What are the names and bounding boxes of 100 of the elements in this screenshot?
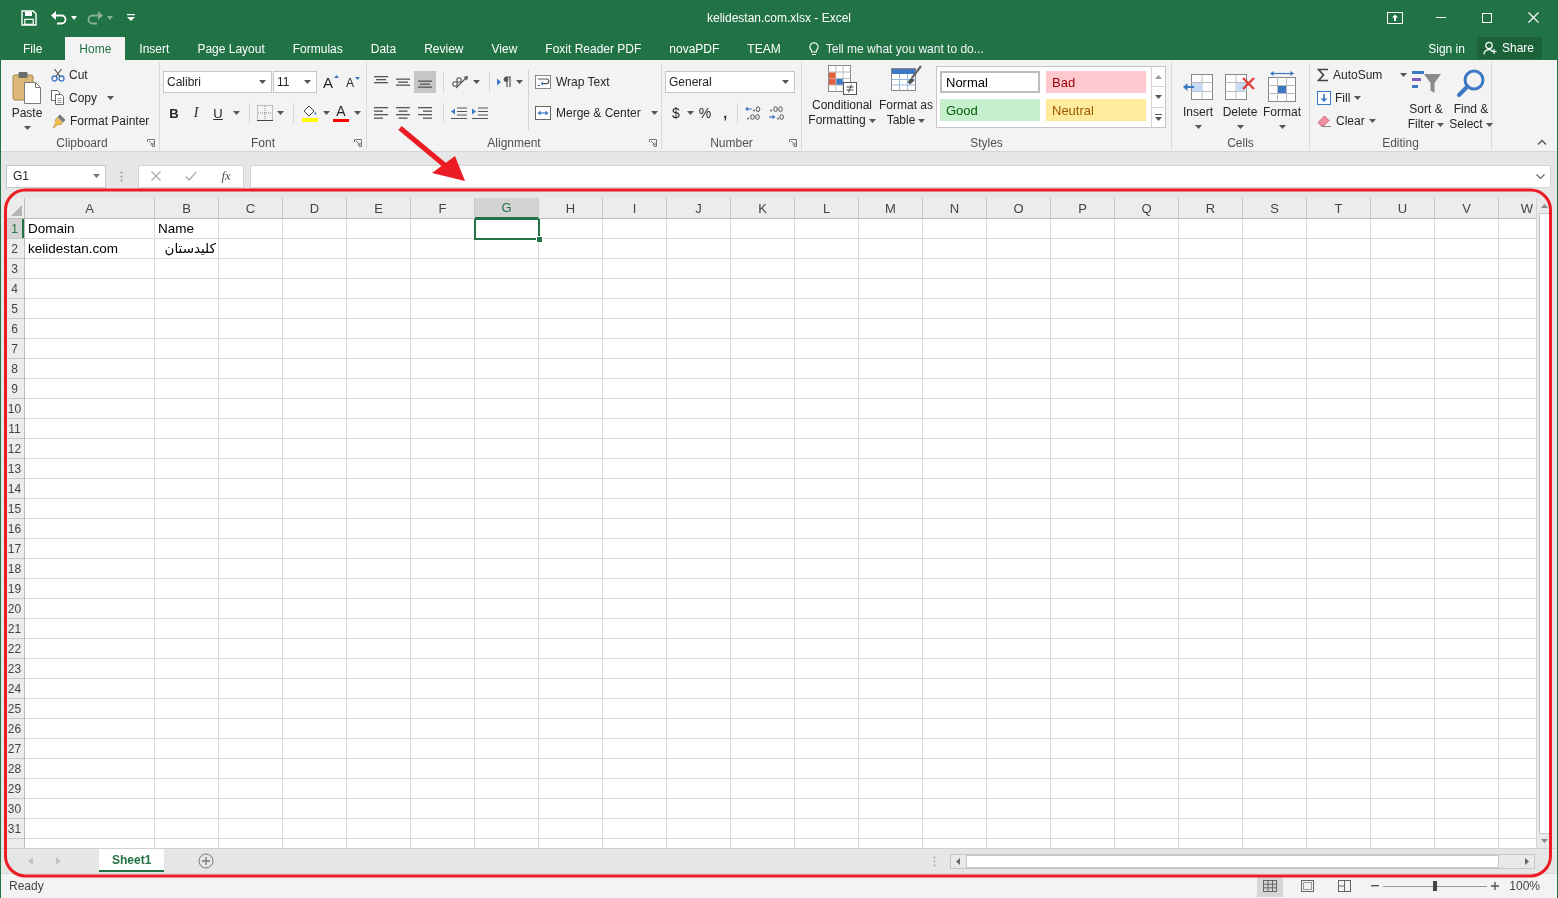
cells-button[interactable]: Delete: [1219, 62, 1261, 136]
column-header[interactable]: S: [1243, 198, 1307, 219]
row-header[interactable]: 25: [5, 699, 24, 719]
caret-icon[interactable]: [233, 111, 240, 115]
text-direction-icon[interactable]: [497, 76, 512, 88]
font-name-box[interactable]: Calibri: [163, 71, 272, 93]
dialog-launcher-icon[interactable]: [649, 139, 657, 147]
row-header[interactable]: 4: [5, 279, 24, 299]
row-header[interactable]: 12: [5, 439, 24, 459]
grow-font-button[interactable]: A: [321, 71, 341, 93]
copy-button[interactable]: Copy: [48, 86, 153, 109]
caret-icon[interactable]: [354, 111, 361, 115]
spreadsheet-cell[interactable]: kelidestan.com: [25, 239, 155, 259]
row-header[interactable]: 11: [5, 419, 24, 439]
currency-button[interactable]: $: [669, 102, 683, 124]
find-select-button[interactable]: Find & Select: [1448, 62, 1494, 136]
cells-button[interactable]: Insert: [1177, 62, 1219, 136]
ribbon-tab[interactable]: Data: [356, 37, 411, 60]
clear-button[interactable]: Clear: [1314, 109, 1404, 132]
column-header[interactable]: W: [1499, 198, 1536, 219]
row-header[interactable]: 22: [5, 639, 24, 659]
row-header[interactable]: 2: [5, 239, 24, 259]
sort-filter-button[interactable]: Sort & Filter: [1404, 62, 1448, 136]
customize-icon[interactable]: [127, 14, 135, 21]
dialog-launcher-icon[interactable]: [354, 139, 362, 147]
column-header[interactable]: O: [987, 198, 1051, 219]
scroll-left-icon[interactable]: [956, 857, 960, 865]
row-header[interactable]: 28: [5, 759, 24, 779]
spreadsheet-cell[interactable]: Domain: [25, 219, 155, 239]
scrollbar-thumb[interactable]: [966, 854, 1499, 868]
conditional-formatting-button[interactable]: Conditional Formatting: [806, 62, 878, 128]
tell-me-field[interactable]: Tell me what you want to do...: [808, 37, 1026, 60]
expand-icon[interactable]: [1536, 173, 1545, 179]
column-header[interactable]: L: [795, 198, 859, 219]
caret-icon[interactable]: [473, 80, 480, 84]
text-angle-icon[interactable]: [451, 75, 469, 89]
row-header[interactable]: 30: [5, 799, 24, 819]
share-button[interactable]: Share: [1476, 37, 1542, 59]
scroll-right-icon[interactable]: [1525, 857, 1529, 865]
sheet-tab[interactable]: Sheet1: [99, 849, 165, 872]
row-header[interactable]: 23: [5, 659, 24, 679]
row-header[interactable]: 20: [5, 599, 24, 619]
italic-button[interactable]: I: [185, 102, 207, 124]
row-header[interactable]: 21: [5, 619, 24, 639]
fill-button[interactable]: Fill: [1314, 86, 1404, 109]
row-header[interactable]: 27: [5, 739, 24, 759]
column-header[interactable]: R: [1179, 198, 1243, 219]
row-header[interactable]: 15: [5, 499, 24, 519]
row-header[interactable]: 31: [5, 819, 24, 839]
caret-icon[interactable]: [323, 111, 330, 115]
format-as-table-button[interactable]: Format as Table: [878, 62, 934, 128]
spreadsheet-cell[interactable]: Name: [155, 219, 219, 239]
row-header[interactable]: 13: [5, 459, 24, 479]
row-header[interactable]: 29: [5, 779, 24, 799]
column-header[interactable]: T: [1307, 198, 1371, 219]
more-icon[interactable]: [1155, 113, 1162, 121]
dialog-launcher-icon[interactable]: [147, 139, 155, 147]
column-header[interactable]: E: [347, 198, 411, 219]
scroll-down-icon[interactable]: [1155, 95, 1162, 99]
fill-color-icon[interactable]: [301, 104, 319, 122]
cell-style-tile[interactable]: Neutral: [1046, 99, 1146, 121]
column-header[interactable]: A: [25, 198, 155, 219]
row-header[interactable]: 3: [5, 259, 24, 279]
column-header[interactable]: V: [1435, 198, 1499, 219]
ribbon-display-icon[interactable]: [1387, 11, 1403, 24]
increase-decimal-icon[interactable]: [745, 106, 762, 120]
column-header[interactable]: U: [1371, 198, 1435, 219]
column-header[interactable]: I: [603, 198, 667, 219]
row-header[interactable]: 24: [5, 679, 24, 699]
ribbon-tab[interactable]: Formulas: [278, 37, 357, 60]
row-header[interactable]: 18: [5, 559, 24, 579]
ribbon-tab[interactable]: novaPDF: [655, 37, 734, 60]
row-header[interactable]: 19: [5, 579, 24, 599]
cells-button[interactable]: Format: [1261, 62, 1303, 136]
scrollbar-thumb[interactable]: [1539, 213, 1550, 834]
cell-style-tile[interactable]: Normal: [940, 71, 1040, 93]
column-header[interactable]: H: [539, 198, 603, 219]
spreadsheet-cell[interactable]: کلیدستان: [155, 239, 219, 259]
scroll-up-icon[interactable]: [1541, 204, 1548, 208]
font-size-box[interactable]: 11: [273, 71, 317, 93]
column-header[interactable]: N: [923, 198, 987, 219]
row-header[interactable]: 16: [5, 519, 24, 539]
row-header[interactable]: 8: [5, 359, 24, 379]
sign-in-link[interactable]: Sign in: [1428, 37, 1477, 60]
percent-button[interactable]: %: [695, 102, 715, 124]
ribbon-tab[interactable]: Home: [65, 37, 126, 60]
increase-indent-icon[interactable]: [472, 107, 488, 119]
name-box[interactable]: G1: [6, 164, 106, 188]
paste-button[interactable]: Paste: [8, 62, 46, 136]
add-sheet-icon[interactable]: [198, 853, 215, 869]
ribbon-tab[interactable]: File: [8, 37, 58, 60]
decrease-decimal-icon[interactable]: [768, 106, 785, 120]
row-header[interactable]: 17: [5, 539, 24, 559]
caret-icon[interactable]: [686, 111, 694, 115]
fill-handle-icon[interactable]: [536, 236, 543, 243]
insert-function-button[interactable]: fx: [221, 168, 231, 184]
column-header[interactable]: C: [219, 198, 283, 219]
decrease-indent-icon[interactable]: [451, 107, 467, 119]
column-header[interactable]: P: [1051, 198, 1115, 219]
column-header[interactable]: D: [283, 198, 347, 219]
